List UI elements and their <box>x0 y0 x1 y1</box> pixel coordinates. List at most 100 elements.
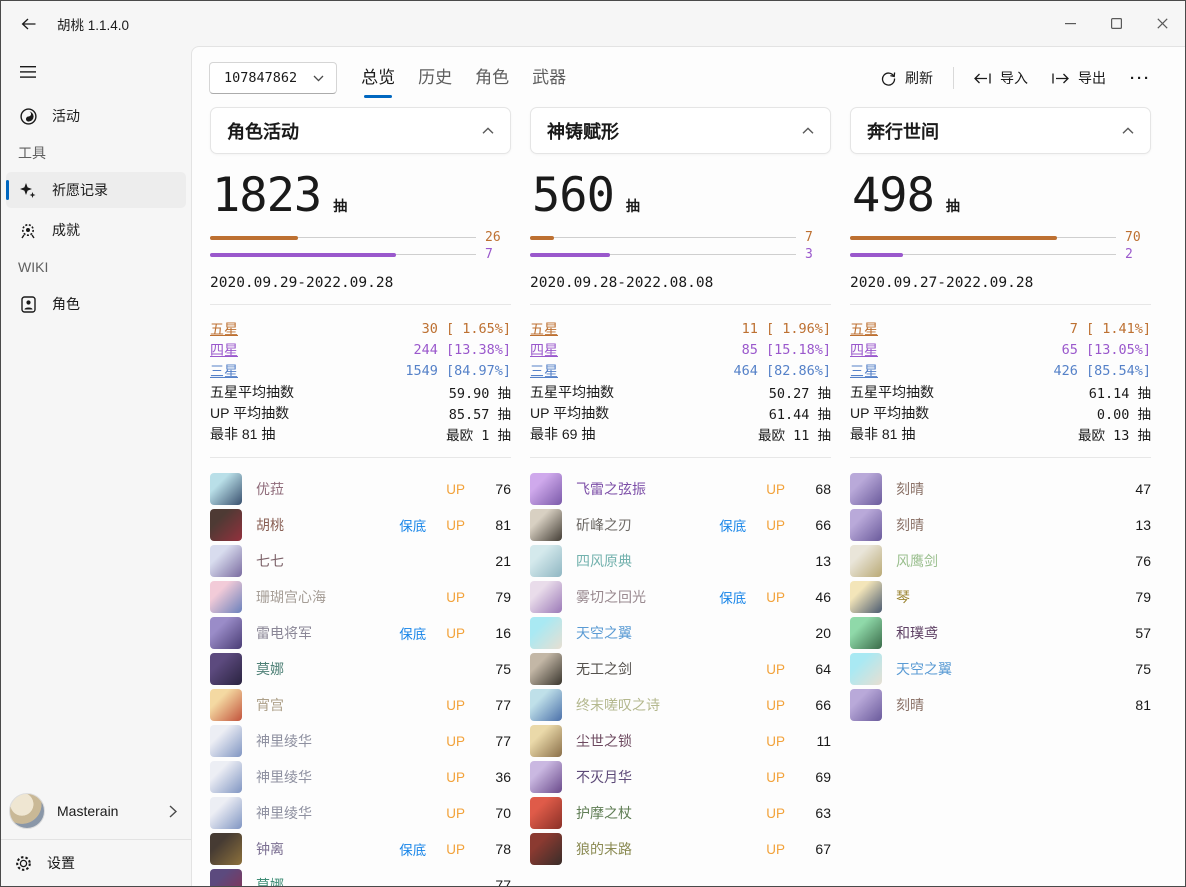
pull-item-row[interactable]: 终末嗟叹之诗UP66 <box>530 687 831 723</box>
nav-menu-button[interactable] <box>7 54 49 90</box>
guarantee-badge: 保底 <box>719 515 746 535</box>
divider <box>850 304 1151 305</box>
collapse-icon[interactable] <box>802 127 814 135</box>
banner-column: 奔行世间498抽7022020.09.27-2022.09.28五星7 [ 1.… <box>850 107 1151 723</box>
back-arrow-icon <box>21 18 36 30</box>
up-badge: UP <box>766 698 785 713</box>
tab-weapons[interactable]: 武器 <box>529 59 569 98</box>
titlebar: 胡桃 1.1.4.0 <box>1 1 1185 46</box>
sidebar-footer: Masterain 设置 <box>1 783 191 886</box>
item-pull-count: 76 <box>1127 553 1151 569</box>
stat-label[interactable]: 三星 <box>210 361 238 381</box>
pull-item-row[interactable]: 天空之翼20 <box>530 615 831 651</box>
pull-item-row[interactable]: 狼的末路UP67 <box>530 831 831 867</box>
pull-item-row[interactable]: 斫峰之刃保底UP66 <box>530 507 831 543</box>
total-pulls: 498抽 <box>852 168 1149 223</box>
divider <box>530 457 831 458</box>
tab-characters[interactable]: 角色 <box>472 59 512 98</box>
stat-label[interactable]: 五星 <box>530 319 558 339</box>
up-badge: UP <box>446 806 465 821</box>
user-account-row[interactable]: Masterain <box>1 783 191 839</box>
stat-label[interactable]: 五星 <box>850 319 878 339</box>
pull-item-row[interactable]: 雾切之回光保底UP46 <box>530 579 831 615</box>
item-pull-count: 78 <box>487 841 511 857</box>
item-name: 神里绫华 <box>256 803 426 823</box>
pull-item-row[interactable]: 天空之翼75 <box>850 651 1151 687</box>
uid-dropdown[interactable]: 107847862 <box>209 62 337 94</box>
item-avatar <box>530 581 562 613</box>
pull-item-row[interactable]: 飞雷之弦振UP68 <box>530 471 831 507</box>
up-badge: UP <box>446 698 465 713</box>
pull-item-row[interactable]: 宵宫UP77 <box>210 687 511 723</box>
pull-item-row[interactable]: 刻晴13 <box>850 507 1151 543</box>
stat-row: 五星7 [ 1.41%] <box>850 318 1151 339</box>
item-pull-count: 11 <box>807 733 831 749</box>
pity-progress-bar: 26 <box>210 229 511 246</box>
stat-row: 四星244 [13.38%] <box>210 339 511 360</box>
sidebar-item-activity[interactable]: 活动 <box>6 98 186 134</box>
chevron-down-icon <box>313 75 324 82</box>
pull-item-row[interactable]: 雷电将军保底UP16 <box>210 615 511 651</box>
sidebar-item-label: 活动 <box>52 106 80 126</box>
item-pull-count: 64 <box>807 661 831 677</box>
stat-label[interactable]: 四星 <box>210 340 238 360</box>
sidebar-item-achievements[interactable]: 成就 <box>6 212 186 248</box>
export-button[interactable]: 导出 <box>1042 61 1116 95</box>
stat-label[interactable]: 四星 <box>530 340 558 360</box>
more-button[interactable]: ··· <box>1120 63 1161 94</box>
pull-item-row[interactable]: 神里绫华UP36 <box>210 759 511 795</box>
stat-row: 四星85 [15.18%] <box>530 339 831 360</box>
pull-item-row[interactable]: 莫娜77 <box>210 867 511 886</box>
back-button[interactable] <box>7 7 49 41</box>
stat-label[interactable]: 三星 <box>530 361 558 381</box>
pull-item-row[interactable]: 胡桃保底UP81 <box>210 507 511 543</box>
pull-item-row[interactable]: 刻晴81 <box>850 687 1151 723</box>
pull-item-row[interactable]: 钟离保底UP78 <box>210 831 511 867</box>
total-pulls-value: 498 <box>852 168 934 223</box>
tab-history[interactable]: 历史 <box>415 59 455 98</box>
stat-row: UP 平均抽数85.57 抽 <box>210 402 511 423</box>
item-avatar <box>210 761 242 793</box>
collapse-icon[interactable] <box>482 127 494 135</box>
pull-item-row[interactable]: 莫娜75 <box>210 651 511 687</box>
import-button[interactable]: 导入 <box>964 61 1038 95</box>
pull-item-row[interactable]: 不灭月华UP69 <box>530 759 831 795</box>
refresh-button[interactable]: 刷新 <box>871 61 943 95</box>
pull-item-row[interactable]: 护摩之杖UP63 <box>530 795 831 831</box>
pull-item-row[interactable]: 神里绫华UP70 <box>210 795 511 831</box>
close-button[interactable] <box>1139 1 1185 46</box>
maximize-button[interactable] <box>1093 1 1139 46</box>
sidebar-item-settings[interactable]: 设置 <box>1 840 191 886</box>
pull-item-row[interactable]: 四风原典13 <box>530 543 831 579</box>
pull-item-row[interactable]: 珊瑚宫心海UP79 <box>210 579 511 615</box>
sidebar-item-characters[interactable]: 角色 <box>6 286 186 322</box>
item-name: 无工之剑 <box>576 659 746 679</box>
stat-row: 四星65 [13.05%] <box>850 339 1151 360</box>
pull-item-row[interactable]: 优菈UP76 <box>210 471 511 507</box>
sidebar-item-wish-records[interactable]: 祈愿记录 <box>6 172 186 208</box>
total-pulls: 560抽 <box>532 168 829 223</box>
stat-value: 11 [ 1.96%] <box>742 321 831 337</box>
pull-item-row[interactable]: 无工之剑UP64 <box>530 651 831 687</box>
stat-label[interactable]: 四星 <box>850 340 878 360</box>
pull-item-row[interactable]: 刻晴47 <box>850 471 1151 507</box>
up-badge: UP <box>446 734 465 749</box>
pull-item-row[interactable]: 神里绫华UP77 <box>210 723 511 759</box>
tab-overview[interactable]: 总览 <box>358 59 398 98</box>
pull-item-row[interactable]: 和璞鸢57 <box>850 615 1151 651</box>
banner-column: 角色活动1823抽2672020.09.29-2022.09.28五星30 [ … <box>210 107 511 886</box>
up-badge: UP <box>446 626 465 641</box>
stat-label[interactable]: 五星 <box>210 319 238 339</box>
pull-item-row[interactable]: 尘世之锁UP11 <box>530 723 831 759</box>
stat-value: 85.57 抽 <box>449 403 511 423</box>
pull-item-row[interactable]: 七七21 <box>210 543 511 579</box>
minimize-button[interactable] <box>1047 1 1093 46</box>
pull-item-row[interactable]: 风鹰剑76 <box>850 543 1151 579</box>
import-label: 导入 <box>1000 68 1028 88</box>
collapse-icon[interactable] <box>1122 127 1134 135</box>
pull-item-row[interactable]: 琴79 <box>850 579 1151 615</box>
sidebar-item-label: 角色 <box>52 294 80 314</box>
stat-row: 五星30 [ 1.65%] <box>210 318 511 339</box>
stat-label[interactable]: 三星 <box>850 361 878 381</box>
pity-count: 3 <box>805 247 831 262</box>
